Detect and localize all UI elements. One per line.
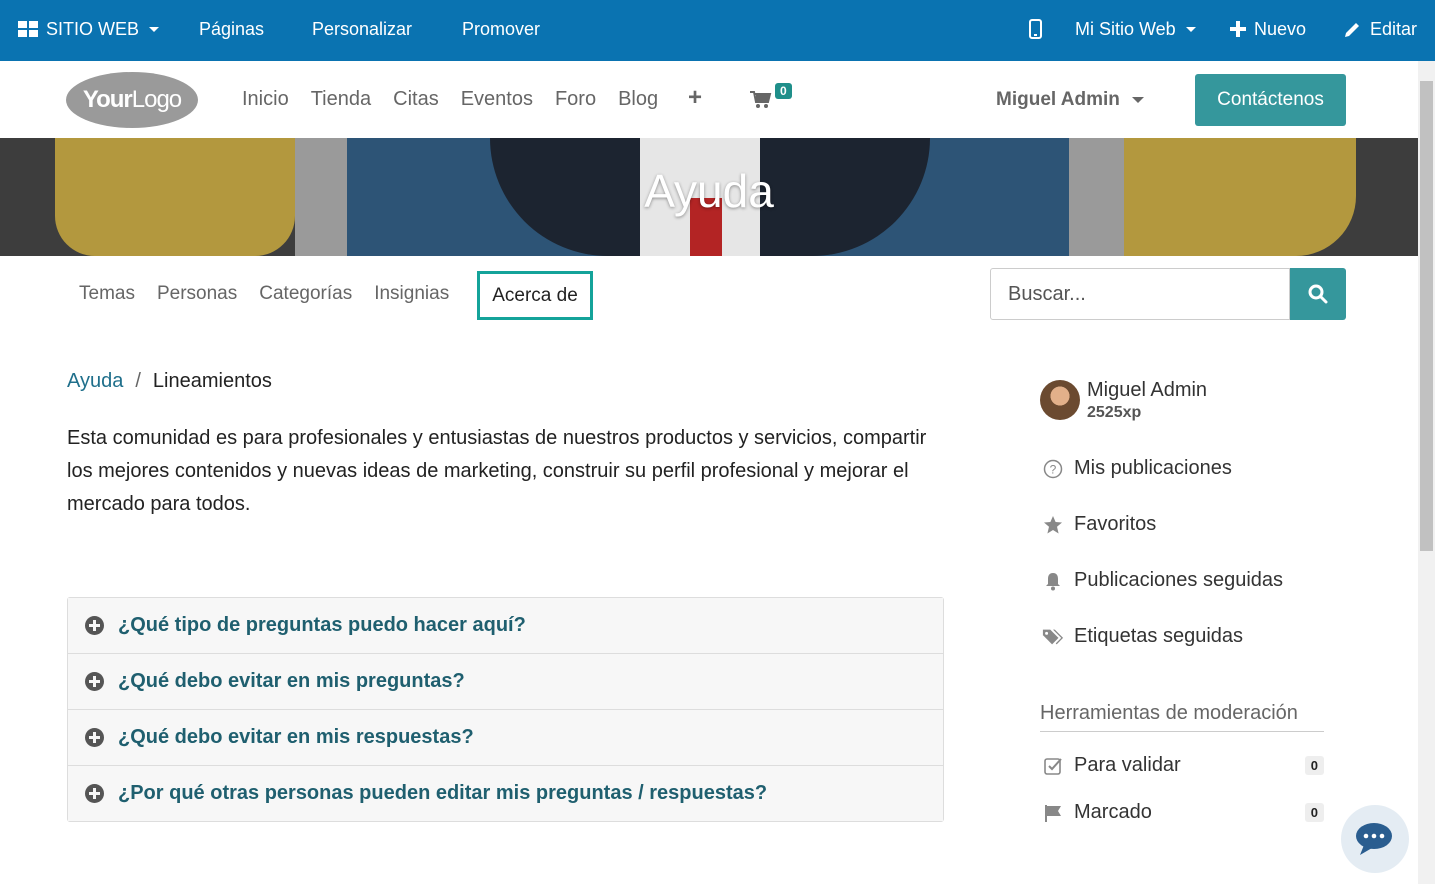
faq-item[interactable]: ¿Qué debo evitar en mis respuestas?: [68, 710, 943, 766]
chevron-down-icon: [149, 26, 160, 32]
moderation-count-badge: 0: [1304, 803, 1324, 822]
website-menu-label: SITIO WEB: [46, 18, 140, 39]
tags-icon: [1042, 626, 1064, 648]
plus-circle-icon: [85, 784, 104, 803]
faq-item[interactable]: ¿Por qué otras personas pueden editar mi…: [68, 766, 943, 821]
search-input[interactable]: [990, 268, 1290, 320]
live-chat-button[interactable]: [1341, 805, 1409, 873]
tab-topics[interactable]: Temas: [79, 283, 135, 305]
tab-people[interactable]: Personas: [157, 283, 237, 305]
plus-circle-icon: [85, 616, 104, 635]
search-button[interactable]: [1290, 268, 1346, 320]
mobile-preview-button[interactable]: [1029, 17, 1042, 41]
customize-menu[interactable]: Personalizar: [312, 17, 412, 41]
website-menu[interactable]: SITIO WEB: [18, 17, 160, 41]
chevron-down-icon: [1185, 26, 1196, 32]
promote-menu[interactable]: Promover: [462, 17, 540, 41]
nav-link-blog[interactable]: Blog: [618, 88, 658, 111]
contact-us-button[interactable]: Contáctenos: [1195, 74, 1346, 126]
search-icon: [1308, 284, 1328, 304]
logo-text: Logo: [131, 86, 182, 113]
chevron-down-icon: [1131, 97, 1144, 103]
nav-link-shop[interactable]: Tienda: [311, 88, 371, 111]
my-website-menu[interactable]: Mi Sitio Web: [1075, 17, 1196, 41]
mobile-icon: [1029, 19, 1042, 39]
new-label: Nuevo: [1254, 18, 1307, 39]
forum-tabs: Temas Personas Categorías Insignias: [79, 283, 471, 305]
cart-icon[interactable]: [750, 90, 772, 110]
user-menu[interactable]: Miguel Admin: [996, 89, 1144, 111]
sidebar-link-followed-posts[interactable]: Publicaciones seguidas: [1042, 569, 1283, 592]
cart-count-badge: 0: [775, 83, 792, 99]
tab-categories[interactable]: Categorías: [259, 283, 352, 305]
chat-bubble-icon: [1356, 823, 1392, 855]
plus-circle-icon: [85, 672, 104, 691]
faq-question: ¿Por qué otras personas pueden editar mi…: [118, 782, 768, 804]
edit-label: Editar: [1370, 18, 1418, 39]
svg-text:?: ?: [1050, 462, 1057, 476]
avatar[interactable]: [1040, 380, 1080, 420]
site-logo[interactable]: Your Logo: [66, 72, 198, 128]
sidebar-link-followed-tags[interactable]: Etiquetas seguidas: [1042, 625, 1243, 648]
flag-icon: [1042, 802, 1064, 824]
tab-about[interactable]: Acerca de: [477, 271, 593, 320]
sidebar-user-xp: 2525xp: [1087, 404, 1142, 421]
new-button[interactable]: Nuevo: [1230, 17, 1306, 41]
moderation-label: Marcado: [1074, 801, 1152, 823]
promote-label: Promover: [462, 18, 541, 39]
pages-label: Páginas: [199, 18, 265, 39]
user-menu-label: Miguel Admin: [996, 89, 1120, 110]
moderation-to-validate[interactable]: Para validar 0: [1042, 754, 1324, 777]
nav-link-forum[interactable]: Foro: [555, 88, 596, 111]
breadcrumb-separator: /: [135, 370, 141, 392]
plus-circle-icon: [85, 728, 104, 747]
faq-question: ¿Qué debo evitar en mis respuestas?: [118, 726, 474, 748]
star-icon: [1042, 514, 1064, 536]
breadcrumb-current: Lineamientos: [152, 370, 272, 392]
scrollbar-thumb[interactable]: [1420, 81, 1433, 551]
plus-icon: [1230, 21, 1246, 37]
edit-button[interactable]: Editar: [1344, 17, 1417, 41]
nav-link-appointments[interactable]: Citas: [393, 88, 439, 111]
logo-text-bold: Your: [82, 86, 133, 113]
sidebar-link-label: Etiquetas seguidas: [1074, 625, 1244, 647]
question-circle-icon: ?: [1042, 458, 1064, 480]
faq-question: ¿Qué tipo de preguntas puedo hacer aquí?: [118, 614, 526, 636]
sidebar-user-name[interactable]: Miguel Admin: [1087, 379, 1207, 402]
sidebar-link-favorites[interactable]: Favoritos: [1042, 513, 1156, 536]
breadcrumb-root[interactable]: Ayuda: [67, 370, 123, 393]
breadcrumb: Ayuda / Lineamientos: [67, 370, 272, 393]
sidebar-link-my-posts[interactable]: ? Mis publicaciones: [1042, 457, 1232, 480]
pages-menu[interactable]: Páginas: [199, 17, 264, 41]
check-square-icon: [1042, 755, 1064, 777]
moderation-count-badge: 0: [1304, 756, 1324, 775]
guidelines-intro: Esta comunidad es para profesionales y e…: [67, 427, 927, 515]
faq-question: ¿Qué debo evitar en mis preguntas?: [118, 670, 465, 692]
apps-icon: [18, 21, 38, 37]
pencil-icon: [1345, 23, 1359, 37]
nav-link-events[interactable]: Eventos: [461, 88, 533, 111]
my-website-label: Mi Sitio Web: [1075, 18, 1176, 39]
sidebar-link-label: Favoritos: [1074, 513, 1157, 535]
moderation-tools-heading: Herramientas de moderación: [1040, 702, 1324, 732]
forum-banner: Ayuda: [0, 138, 1418, 256]
sidebar-link-label: Mis publicaciones: [1074, 457, 1232, 479]
faq-item[interactable]: ¿Qué debo evitar en mis preguntas?: [68, 654, 943, 710]
faq-accordion: ¿Qué tipo de preguntas puedo hacer aquí?…: [67, 597, 944, 822]
add-menu-item-icon[interactable]: +: [688, 86, 702, 110]
site-navbar: Your Logo Inicio Tienda Citas Eventos For…: [0, 61, 1418, 138]
sidebar-link-label: Publicaciones seguidas: [1074, 569, 1284, 591]
nav-link-home[interactable]: Inicio: [242, 88, 289, 111]
website-admin-bar: SITIO WEB Páginas Personalizar Promover …: [0, 0, 1435, 61]
moderation-label: Para validar: [1074, 754, 1181, 776]
page-title: Ayuda: [644, 165, 774, 217]
moderation-flagged[interactable]: Marcado 0: [1042, 801, 1324, 824]
faq-item[interactable]: ¿Qué tipo de preguntas puedo hacer aquí?: [68, 598, 943, 654]
bell-icon: [1042, 570, 1064, 592]
tab-badges[interactable]: Insignias: [374, 283, 449, 305]
main-menu: Inicio Tienda Citas Eventos Foro Blog: [242, 88, 680, 111]
customize-label: Personalizar: [312, 18, 413, 39]
